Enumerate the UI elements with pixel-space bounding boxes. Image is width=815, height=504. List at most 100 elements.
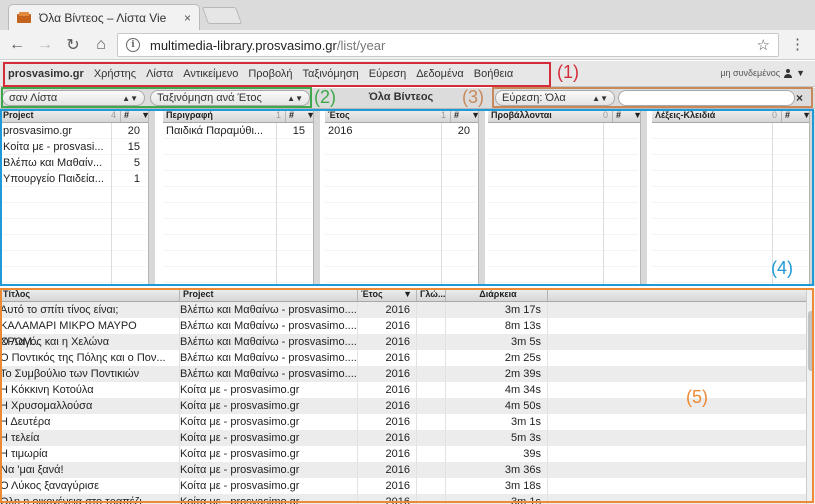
col-year[interactable]: Έτος ▼ <box>358 289 417 301</box>
cell-year: 2016 <box>358 414 417 430</box>
table-row[interactable]: Ο Λύκος ξαναγύρισε Κοίτα με - prosvasimo.… <box>0 478 815 494</box>
table-row[interactable]: Η Δευτέρα Κοίτα με - prosvasimo.gr 2016 3m … <box>0 414 815 430</box>
sort-select[interactable]: Ταξινόμηση ανά Έτος ▲▼ <box>150 90 310 106</box>
list-header: Τίτλος Project Έτος ▼ Γλώ... Διάρκεια <box>0 289 815 302</box>
table-row[interactable]: Όλη η οικογένεια στο τραπέζι Κοίτα με - p… <box>0 494 815 504</box>
cell-duration: 8m 13s <box>446 318 548 334</box>
table-row[interactable]: Το Συμβούλιο των Ποντικιών Βλέπω και Μαθα… <box>0 366 815 382</box>
search-input[interactable] <box>618 90 795 106</box>
pane-row[interactable]: 2016 20 <box>325 123 476 139</box>
pane-header[interactable]: Έτος 1 # ▼ <box>325 110 484 123</box>
new-tab-button[interactable] <box>201 7 243 24</box>
bookmark-star-icon[interactable]: ☆ <box>757 36 770 54</box>
filter-browser: Project 4 # ▼ prosvasimo.gr 20 Κοίτα με - p… <box>0 110 815 286</box>
browser-menu-icon[interactable]: ⋮ <box>790 36 805 54</box>
scrollbar-thumb[interactable] <box>808 311 814 371</box>
updown-arrow-icon: ▲▼ <box>592 93 608 103</box>
pane-header[interactable]: Περιγραφή 1 # ▼ <box>163 110 319 123</box>
col-language[interactable]: Γλώ... <box>417 289 446 301</box>
home-icon[interactable]: ⌂ <box>90 34 112 56</box>
menu-help[interactable]: Βοήθεια <box>474 68 513 80</box>
pane-scrollbar[interactable] <box>313 110 320 286</box>
pane-row[interactable]: prosvasimo.gr 20 <box>0 123 146 139</box>
user-status[interactable]: μη συνδεμένος ▼ <box>720 68 805 78</box>
menu-sort[interactable]: Ταξινόμηση <box>303 68 359 80</box>
cell-year: 2016 <box>358 494 417 504</box>
cell-title: Η τελεία <box>0 430 180 446</box>
view-select[interactable]: σαν Λίστα ▲▼ <box>2 90 145 106</box>
cell-year: 2016 <box>358 350 417 366</box>
brand-link[interactable]: prosvasimo.gr <box>8 68 84 80</box>
pane-scrollbar[interactable] <box>148 110 155 286</box>
table-row[interactable]: Η τελεία Κοίτα με - prosvasimo.gr 2016 5m 3… <box>0 430 815 446</box>
pane-featured: Προβάλλονται 0 # ▼ <box>488 110 647 286</box>
cell-year: 2016 <box>358 302 417 318</box>
app-toolbar: σαν Λίστα ▲▼ Ταξινόμηση ανά Έτος ▲▼ Όλα … <box>0 88 815 109</box>
pane-description: Περιγραφή 1 # ▼ Παιδικά Παραμύθι... 15 <box>163 110 320 286</box>
cell-lang <box>417 382 446 398</box>
pane-row[interactable]: Κοίτα με - prosvasi... 15 <box>0 139 146 155</box>
menu-item-object[interactable]: Αντικείμενο <box>183 68 238 80</box>
col-title[interactable]: Τίτλος <box>0 289 180 301</box>
pane-header[interactable]: Λέξεις-Κλειδιά 0 # ▼ <box>652 110 815 123</box>
list-scrollbar[interactable] <box>806 289 815 504</box>
tab-close-icon[interactable]: × <box>184 11 191 25</box>
col-duration[interactable]: Διάρκεια <box>446 289 548 301</box>
table-row[interactable]: Αυτό το σπίτι τίνος είναι; Βλέπω και Μαθα… <box>0 302 815 318</box>
annotation-label-2: (2) <box>314 87 336 107</box>
view-select-value: σαν Λίστα <box>9 92 58 104</box>
cell-lang <box>417 478 446 494</box>
cell-duration: 2m 25s <box>446 350 548 366</box>
pane-row[interactable]: Παιδικά Παραμύθι... 15 <box>163 123 311 139</box>
pane-count: 0 <box>602 110 608 120</box>
sort-arrow-icon: ▼ <box>403 289 412 299</box>
cell-title: ΚΑΛΑΜΑΡΙ ΜΙΚΡΟ ΜΑΥΡΟ ΧΡΩΜ... <box>0 318 180 348</box>
info-icon[interactable]: i <box>126 38 140 52</box>
app-menubar: prosvasimo.gr Χρήστης Λίστα Αντικείμενο … <box>0 61 815 87</box>
cell-duration: 4m 34s <box>446 382 548 398</box>
cell-year: 2016 <box>358 462 417 478</box>
address-bar[interactable]: i multimedia-library.prosvasimo.gr/list/… <box>117 33 779 57</box>
user-icon <box>784 68 793 78</box>
reload-icon[interactable]: ↻ <box>62 34 84 56</box>
cell-year: 2016 <box>358 334 417 350</box>
cell-title: Η Δευτέρα <box>0 414 180 430</box>
cell-lang <box>417 462 446 478</box>
table-row[interactable]: Ο Ποντικός της Πόλης και ο Πον... Βλέπω κ… <box>0 350 815 366</box>
table-row[interactable]: Να 'μαι ξανά! Κοίτα με - prosvasimo.gr 201… <box>0 462 815 478</box>
cell-project: Βλέπω και Μαθαίνω - prosvasimo.... <box>180 350 358 366</box>
pane-project: Project 4 # ▼ prosvasimo.gr 20 Κοίτα με - p… <box>0 110 155 286</box>
table-row[interactable]: ΚΑΛΑΜΑΡΙ ΜΙΚΡΟ ΜΑΥΡΟ ΧΡΩΜ... Βλέπω και Μα… <box>0 318 815 348</box>
table-row[interactable]: Η τιμωρία Κοίτα με - prosvasimo.gr 2016 39s <box>0 446 815 462</box>
cell-lang <box>417 334 446 350</box>
clear-search-icon[interactable]: × <box>796 91 803 105</box>
forward-icon[interactable]: → <box>34 34 56 56</box>
menu-view[interactable]: Προβολή <box>248 68 292 80</box>
tab-title: Όλα Βίντεος – Λίστα Vie <box>39 10 167 25</box>
menu-data[interactable]: Δεδομένα <box>416 68 464 80</box>
menu-list[interactable]: Λίστα <box>146 68 173 80</box>
back-icon[interactable]: ← <box>6 34 28 56</box>
pane-scrollbar[interactable] <box>478 110 485 286</box>
find-select[interactable]: Εύρεση: Όλα ▲▼ <box>495 90 615 106</box>
sort-select-value: Ταξινόμηση ανά Έτος <box>157 92 262 104</box>
pane-header[interactable]: Project 4 # ▼ <box>0 110 154 123</box>
table-row[interactable]: Ο Λαγός και η Χελώνα Βλέπω και Μαθαίνω - … <box>0 334 815 350</box>
pane-row[interactable]: Βλέπω και Μαθαίν... 5 <box>0 155 146 171</box>
cell-project: Κοίτα με - prosvasimo.gr <box>180 494 358 504</box>
pane-title: Project <box>3 110 34 120</box>
menu-find[interactable]: Εύρεση <box>369 68 406 80</box>
cell-duration: 3m 1s <box>446 494 548 504</box>
pane-header[interactable]: Προβάλλονται 0 # ▼ <box>488 110 646 123</box>
col-year-label: Έτος <box>361 289 383 299</box>
pane-scrollbar[interactable] <box>809 110 815 286</box>
browser-tab-active[interactable]: Όλα Βίντεος – Λίστα Vie × <box>8 4 200 30</box>
pane-title: Προβάλλονται <box>491 110 552 120</box>
cell-title: Το Συμβούλιο των Ποντικιών <box>0 366 180 382</box>
cell-title: Ο Λαγός και η Χελώνα <box>0 334 180 350</box>
menu-user[interactable]: Χρήστης <box>94 68 136 80</box>
pane-row[interactable]: Υπουργείο Παιδεία... 1 <box>0 171 146 187</box>
col-project[interactable]: Project <box>180 289 358 301</box>
pane-scrollbar[interactable] <box>640 110 647 286</box>
pane-title: Έτος <box>328 110 350 120</box>
